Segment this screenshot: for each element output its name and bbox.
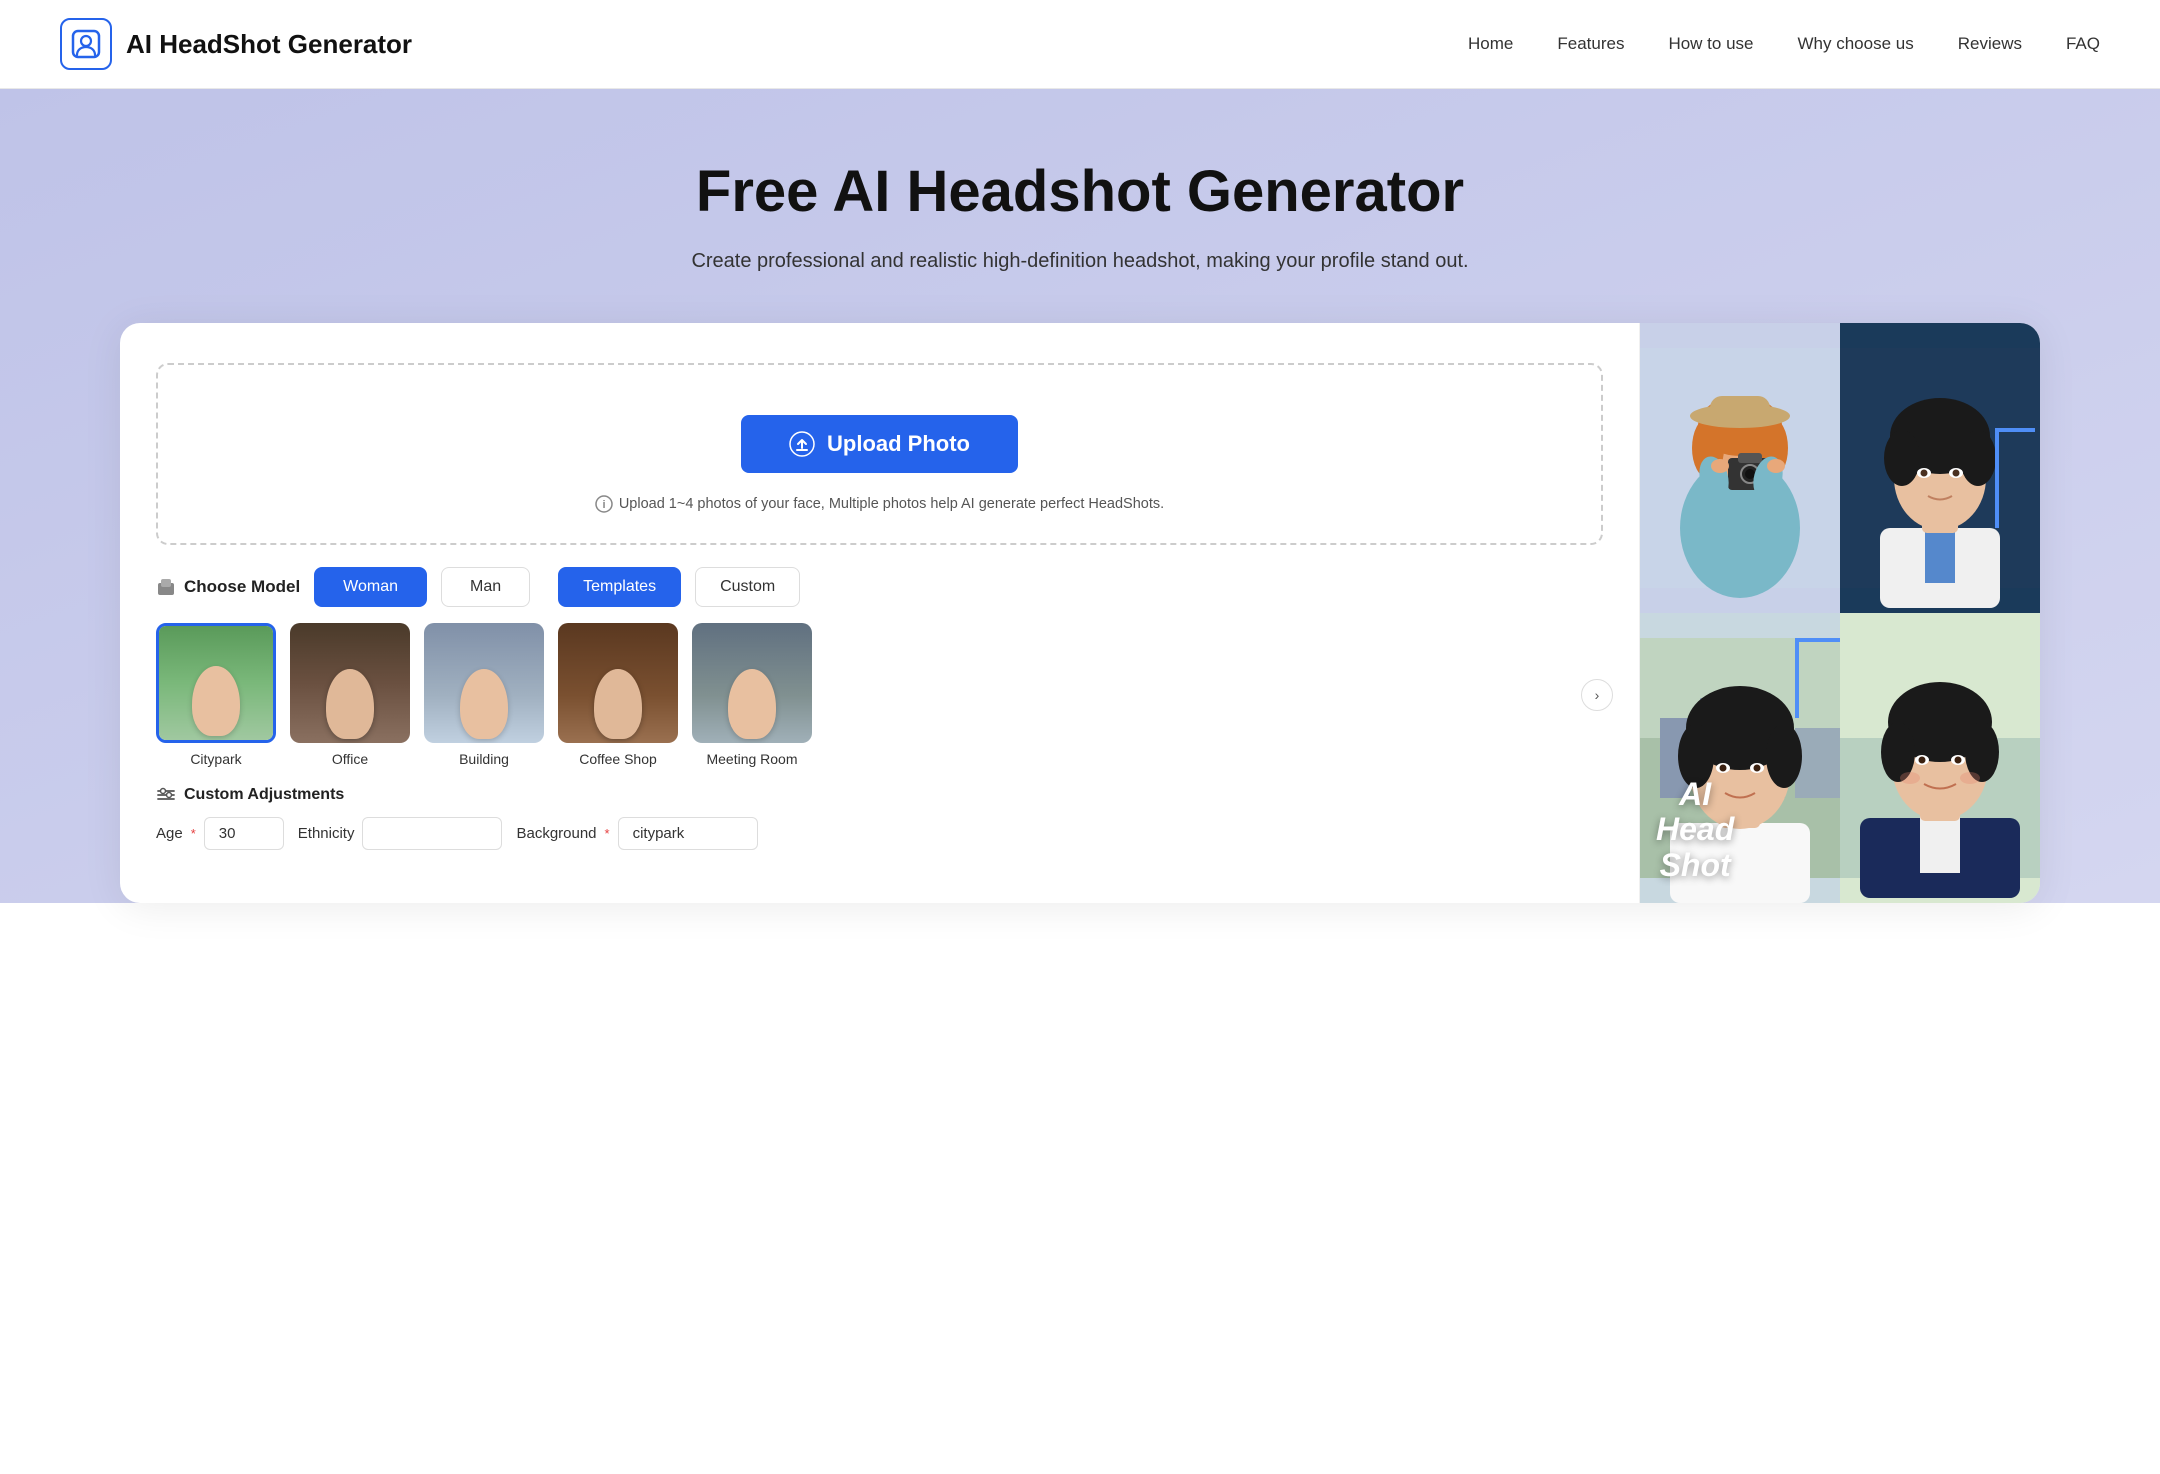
hero-subtitle: Create professional and realistic high-d… [60,250,2100,273]
upload-hint: i Upload 1~4 photos of your face, Multip… [188,495,1571,513]
upload-button-label: Upload Photo [827,431,970,457]
template-coffee-shop[interactable]: Coffee Shop [558,623,678,767]
template-img-citypark [156,623,276,743]
fields-row: Age * Ethnicity Background * [156,817,1603,850]
template-citypark[interactable]: Citypark [156,623,276,767]
adjustments-icon [156,785,176,805]
ethnicity-field-group: Ethnicity [298,817,503,850]
ethnicity-input[interactable] [362,817,502,850]
ethnicity-label: Ethnicity [298,825,355,842]
main-card: Upload Photo i Upload 1~4 photos of your… [120,323,2040,903]
preview-portrait-3 [1840,613,2040,903]
model-row: Choose Model Woman Man Templates Custom [156,567,1603,607]
model-label-text: Choose Model [184,577,300,597]
nav-faq[interactable]: FAQ [2066,34,2100,53]
custom-adjustments-section: Custom Adjustments [156,785,1603,805]
hero-title: Free AI Headshot Generator [60,159,2100,226]
age-field-group: Age * [156,817,284,850]
template-name-coffee-shop: Coffee Shop [579,751,657,767]
svg-text:i: i [602,499,605,511]
age-input[interactable] [204,817,284,850]
nav-menu: Home Features How to use Why choose us R… [1468,34,2100,54]
nav-why-choose-us[interactable]: Why choose us [1798,34,1914,53]
template-meeting-room[interactable]: Meeting Room [692,623,812,767]
nav-home[interactable]: Home [1468,34,1513,53]
left-panel: Upload Photo i Upload 1~4 photos of your… [120,323,1640,903]
cube-icon [156,577,176,597]
template-img-building [424,623,544,743]
template-grid: Citypark Office [156,623,1603,767]
custom-button[interactable]: Custom [695,567,800,607]
age-label: Age [156,825,183,842]
template-building[interactable]: Building [424,623,544,767]
template-img-coffee-shop [558,623,678,743]
background-label: Background [516,825,596,842]
man-button[interactable]: Man [441,567,530,607]
right-preview-panel: AI Head Shot [1640,323,2040,903]
info-icon: i [595,495,613,513]
template-img-office [290,623,410,743]
template-img-meeting-room [692,623,812,743]
template-name-meeting-room: Meeting Room [706,751,797,767]
preview-portrait-1 [1840,323,2040,613]
brand-title: AI HeadShot Generator [126,29,412,60]
custom-adjustments-label: Custom Adjustments [184,786,344,804]
templates-button[interactable]: Templates [558,567,681,607]
hero-section: Free AI Headshot Generator Create profes… [0,89,2160,903]
preview-illustr [1640,323,1840,613]
background-input[interactable] [618,817,758,850]
template-name-citypark: Citypark [190,751,241,767]
template-name-office: Office [332,751,368,767]
portrait-3-svg [1840,613,2040,903]
template-name-building: Building [459,751,509,767]
background-required: * [605,826,610,841]
template-office[interactable]: Office [290,623,410,767]
photographer-illustration [1640,323,1840,613]
preview-portrait-2: AI Head Shot [1640,613,1840,903]
model-label: Choose Model [156,577,300,597]
carousel-next-arrow[interactable]: › [1581,679,1613,711]
nav-reviews[interactable]: Reviews [1958,34,2022,53]
background-field-group: Background * [516,817,757,850]
upload-area: Upload Photo i Upload 1~4 photos of your… [156,363,1603,545]
portrait-1-svg [1840,323,2040,613]
nav-how-to-use[interactable]: How to use [1668,34,1753,53]
upload-hint-text: Upload 1~4 photos of your face, Multiple… [619,496,1164,512]
upload-photo-button[interactable]: Upload Photo [741,415,1018,473]
nav-features[interactable]: Features [1557,34,1624,53]
ai-text-overlay: AI Head Shot [1656,777,1734,883]
brand: AI HeadShot Generator [60,18,412,70]
woman-button[interactable]: Woman [314,567,427,607]
upload-icon [789,431,815,457]
brand-icon [60,18,112,70]
age-required: * [191,826,196,841]
navbar: AI HeadShot Generator Home Features How … [0,0,2160,89]
